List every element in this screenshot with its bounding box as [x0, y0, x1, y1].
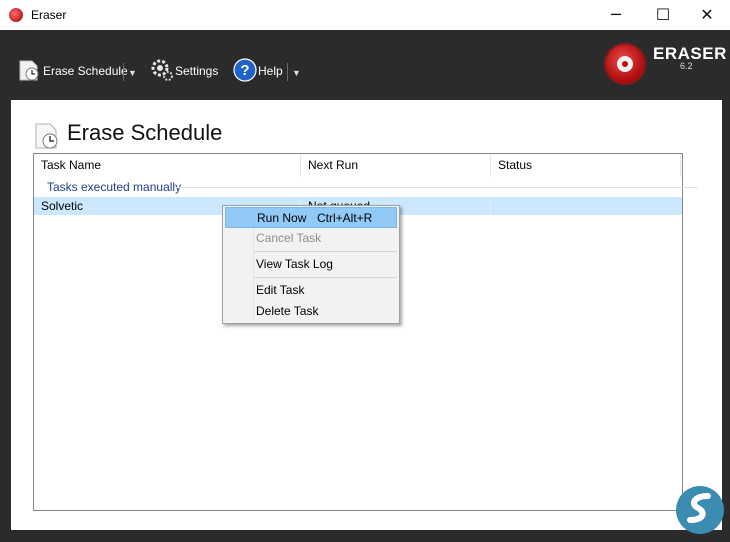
status-cell — [491, 197, 498, 215]
menu-item-label: Cancel Task — [256, 231, 322, 245]
menu-item-shortcut: Ctrl+Alt+R — [317, 211, 373, 225]
menu-item-label: Delete Task — [256, 304, 319, 318]
column-header-next-run[interactable]: Next Run — [301, 154, 491, 177]
menu-item-view-task-log[interactable]: View Task Log — [225, 254, 397, 275]
title-bar: Eraser ─ ☐ ✕ — [0, 0, 730, 30]
task-name-cell: Solvetic — [41, 199, 84, 213]
column-header-task-name[interactable]: Task Name — [34, 154, 301, 177]
menu-separator — [254, 251, 397, 252]
erase-schedule-dropdown-icon[interactable]: ▼ — [128, 68, 137, 78]
toolbar-separator — [287, 63, 288, 81]
logo-version: 6.2 — [680, 61, 693, 71]
cell-divider — [490, 197, 491, 215]
group-divider — [176, 187, 698, 188]
menu-item-label: View Task Log — [256, 257, 333, 271]
schedule-icon — [17, 58, 41, 85]
group-header[interactable]: Tasks executed manually — [47, 180, 181, 194]
frame-bottom — [0, 530, 730, 542]
context-menu: Run Now Ctrl+Alt+R Cancel Task View Task… — [222, 205, 400, 324]
help-dropdown-icon[interactable]: ▼ — [292, 68, 301, 78]
menu-separator — [254, 277, 397, 278]
frame-right — [722, 100, 730, 542]
help-button[interactable]: Help — [258, 60, 283, 82]
close-button[interactable]: ✕ — [684, 0, 730, 30]
eraser-logo-icon — [604, 43, 646, 85]
minimize-button[interactable]: ─ — [593, 0, 639, 30]
menu-item-cancel-task[interactable]: Cancel Task — [225, 228, 397, 249]
menu-item-edit-task[interactable]: Edit Task — [225, 280, 397, 301]
svg-text:?: ? — [240, 62, 249, 79]
watermark-logo-icon — [676, 486, 724, 534]
eraser-app-icon — [9, 8, 23, 22]
column-header-status[interactable]: Status — [491, 154, 681, 177]
settings-button[interactable]: Settings — [175, 60, 218, 82]
maximize-button[interactable]: ☐ — [640, 0, 686, 30]
erase-schedule-button[interactable]: Erase Schedule — [43, 60, 128, 82]
page-title: Erase Schedule — [67, 120, 223, 145]
toolbar: Erase Schedule ▼ Settings ? Help ▼ ERASE… — [0, 30, 730, 100]
frame-left — [0, 100, 11, 542]
menu-item-label: Run Now — [257, 211, 307, 225]
help-icon: ? — [233, 58, 257, 85]
gear-icon — [150, 58, 174, 85]
window-title: Eraser — [31, 8, 67, 22]
menu-item-run-now[interactable]: Run Now Ctrl+Alt+R — [225, 207, 397, 228]
menu-item-delete-task[interactable]: Delete Task — [225, 301, 397, 322]
toolbar-separator — [123, 63, 124, 81]
erase-schedule-page-icon — [34, 122, 60, 153]
menu-item-label: Edit Task — [256, 283, 305, 297]
